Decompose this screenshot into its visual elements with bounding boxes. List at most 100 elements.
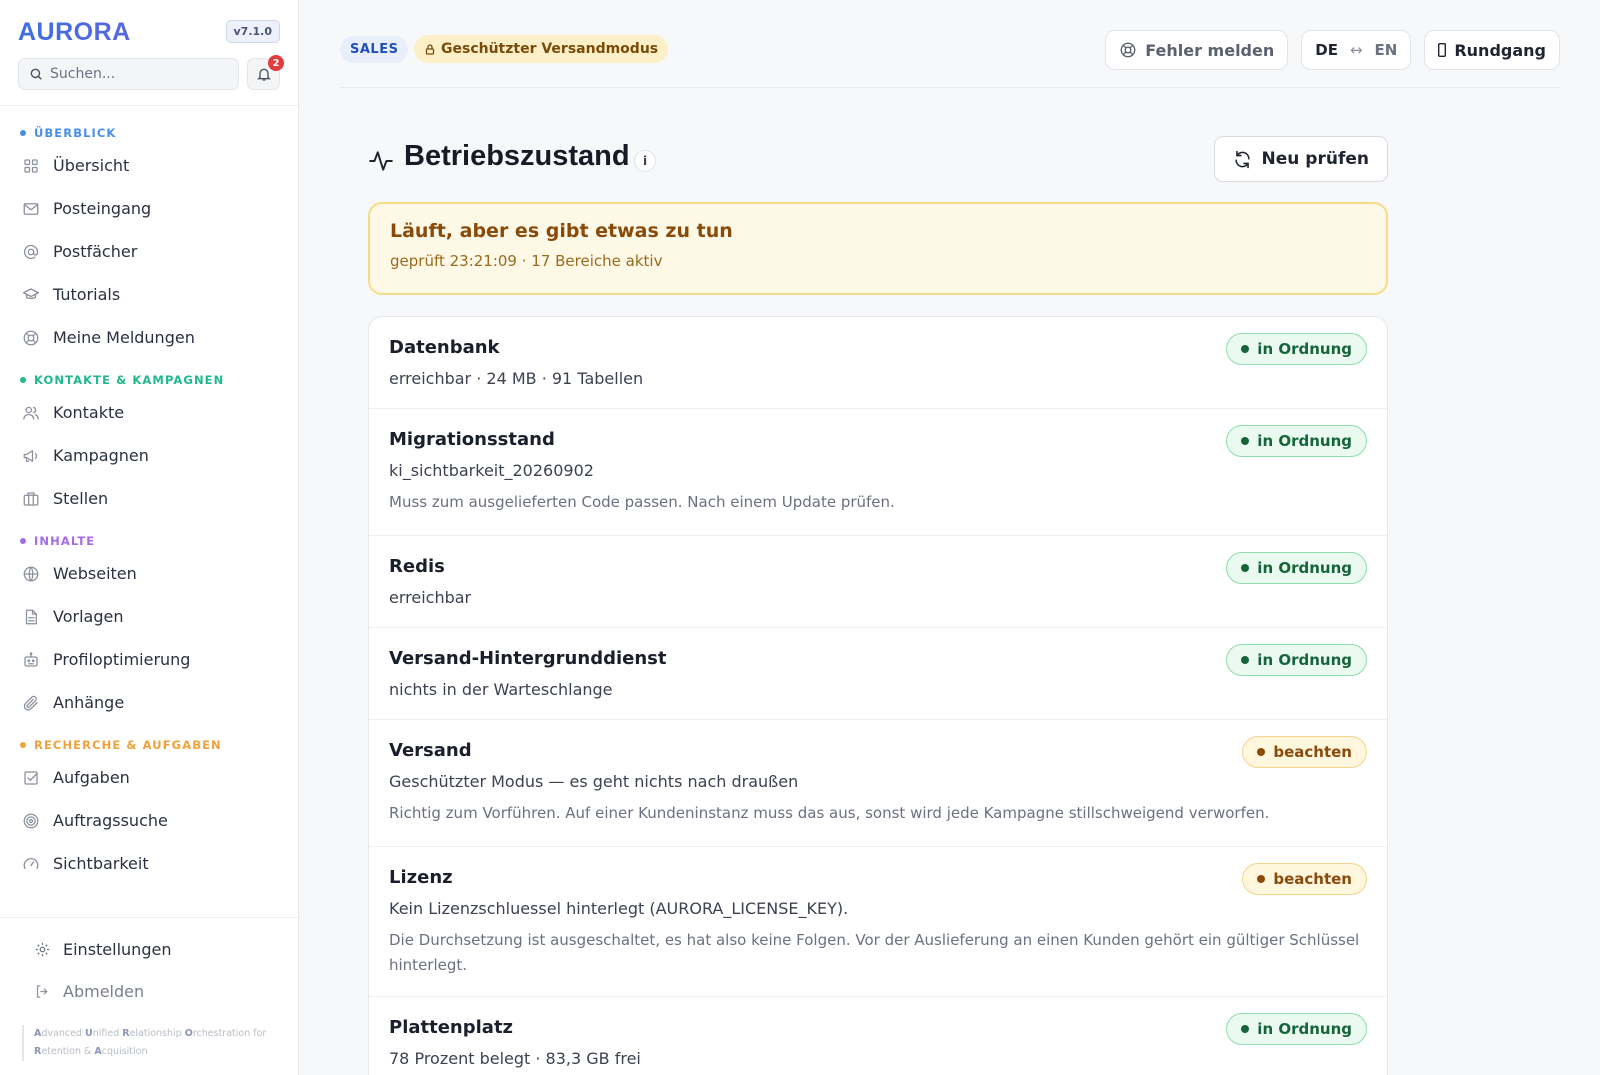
check-title: Migrationsstand xyxy=(389,429,555,450)
sidebar-item[interactable]: Anhänge xyxy=(0,681,298,724)
tagline-part: elationship xyxy=(129,1028,185,1039)
megaphone-icon xyxy=(23,449,38,462)
status-badge: in Ordnung xyxy=(1226,425,1367,457)
sidebar-item[interactable]: Postfächer xyxy=(0,230,298,273)
sales-badge: SALES xyxy=(340,36,409,63)
health-checks-card: Datenbank erreichbar · 24 MB · 91 Tabelle… xyxy=(368,316,1388,1075)
sidebar-item-label: Übersicht xyxy=(53,156,130,175)
status-dot xyxy=(1257,748,1266,756)
check-row: Versand Geschützter Modus — es geht nicht… xyxy=(369,720,1387,847)
search-box[interactable] xyxy=(18,58,239,90)
lang-swap-icon: ↔ xyxy=(1349,41,1363,59)
status-dot xyxy=(1241,437,1250,445)
at-icon xyxy=(23,244,39,259)
search-input[interactable] xyxy=(50,66,230,82)
check-detail: erreichbar xyxy=(389,588,472,607)
nav-section-header: KONTAKTE & KAMPAGNEN xyxy=(0,369,298,391)
sidebar: AURORA v7.1.0 2 ÜBERBLICK Übersicht Postei… xyxy=(0,0,299,1075)
section-label: ÜBERBLICK xyxy=(34,126,117,140)
sidebar-nav: ÜBERBLICK Übersicht Posteingang Postfächer T… xyxy=(0,106,298,916)
sidebar-item-label: Meine Meldungen xyxy=(53,328,195,347)
check-detail: erreichbar · 24 MB · 91 Tabellen xyxy=(389,369,644,388)
sidebar-item[interactable]: Übersicht xyxy=(0,144,298,187)
sidebar-item-label: Tutorials xyxy=(53,285,121,304)
lock-icon xyxy=(425,43,435,55)
topbar-actions: Fehler melden DE ↔ EN Rundgang xyxy=(1105,30,1560,70)
status-dot xyxy=(1241,564,1250,572)
sidebar-item[interactable]: Stellen xyxy=(0,477,298,520)
activity-icon xyxy=(369,151,393,171)
users-icon xyxy=(23,406,39,420)
sidebar-item-label: Vorlagen xyxy=(53,607,124,626)
sidebar-item[interactable]: Sichtbarkeit xyxy=(0,842,298,885)
section-dot xyxy=(20,377,26,383)
status-badge: beachten xyxy=(1242,863,1367,895)
status-badge: beachten xyxy=(1242,736,1367,768)
section-dot xyxy=(20,538,26,544)
check-title: Plattenplatz xyxy=(389,1017,514,1038)
check-note: Die Durchsetzung ist ausgeschaltet, es h… xyxy=(389,931,1360,974)
status-label: in Ordnung xyxy=(1257,340,1352,358)
sidebar-item[interactable]: Kontakte xyxy=(0,391,298,434)
sidebar-item-label: Postfächer xyxy=(53,242,138,261)
tagline-part: rchestration for xyxy=(192,1028,267,1039)
status-label: in Ordnung xyxy=(1257,559,1352,577)
tour-icon xyxy=(1438,43,1447,57)
sidebar-header: AURORA v7.1.0 2 xyxy=(0,0,298,106)
check-title: Datenbank xyxy=(389,337,500,358)
target-icon xyxy=(23,813,39,828)
sidebar-item-label: Anhänge xyxy=(53,693,125,712)
sidebar-item[interactable]: Tutorials xyxy=(0,273,298,316)
globe-icon xyxy=(23,566,39,581)
app-tagline: Advanced Unified Relationship Orchestrat… xyxy=(22,1025,272,1061)
status-label: in Ordnung xyxy=(1257,432,1352,450)
tagline-part: cquisition xyxy=(101,1046,148,1057)
sidebar-item-label: Kampagnen xyxy=(53,446,149,465)
protected-mode-label: Geschützter Versandmodus xyxy=(441,41,659,57)
check-detail: nichts in der Warteschlange xyxy=(389,680,613,699)
check-title: Redis xyxy=(389,556,445,577)
logout-link[interactable]: Abmelden xyxy=(0,970,298,1012)
check-detail: Kein Lizenzschluessel hinterlegt (AURORA… xyxy=(389,899,849,918)
sidebar-item-label: Aufgaben xyxy=(53,768,130,787)
search-row: 2 xyxy=(18,55,284,90)
sidebar-item[interactable]: Meine Meldungen xyxy=(0,316,298,359)
gear-icon xyxy=(35,942,50,956)
check-detail: Geschützter Modus — es geht nichts nach … xyxy=(389,772,799,791)
report-error-button[interactable]: Fehler melden xyxy=(1105,30,1289,70)
section-label: INHALTE xyxy=(34,534,96,548)
page-header: Betriebszustand i Neu prüfen xyxy=(368,136,1388,186)
sidebar-item[interactable]: Vorlagen xyxy=(0,595,298,638)
check-row: Redis erreichbar in Ordnung xyxy=(369,536,1387,628)
check-title: Versand-Hintergrunddienst xyxy=(389,648,667,669)
sidebar-item[interactable]: Aufgaben xyxy=(0,756,298,799)
sidebar-item[interactable]: Auftragssuche xyxy=(0,799,298,842)
status-label: in Ordnung xyxy=(1257,651,1352,669)
protected-mode-badge: Geschützter Versandmodus xyxy=(414,35,669,63)
check-detail: ki_sichtbarkeit_20260902 xyxy=(389,461,594,480)
gauge-icon xyxy=(23,857,39,869)
status-dot xyxy=(1241,345,1250,353)
sidebar-item-label: Kontakte xyxy=(53,403,125,422)
tagline-part: O xyxy=(184,1028,193,1039)
tour-button[interactable]: Rundgang xyxy=(1424,30,1560,70)
version-badge: v7.1.0 xyxy=(225,20,280,43)
sidebar-item[interactable]: Profiloptimierung xyxy=(0,638,298,681)
tagline-part: A xyxy=(94,1046,102,1057)
recheck-button[interactable]: Neu prüfen xyxy=(1213,136,1388,182)
logout-label: Abmelden xyxy=(63,981,145,1001)
sidebar-item[interactable]: Webseiten xyxy=(0,552,298,595)
info-icon[interactable]: i xyxy=(634,150,656,172)
status-label: in Ordnung xyxy=(1257,1020,1352,1038)
settings-link[interactable]: Einstellungen xyxy=(0,928,298,970)
check-detail: 78 Prozent belegt · 83,3 GB frei xyxy=(389,1049,641,1068)
notifications-button[interactable]: 2 xyxy=(247,55,284,90)
sidebar-item[interactable]: Posteingang xyxy=(0,187,298,230)
check-title: Versand xyxy=(389,740,472,761)
sidebar-item[interactable]: Kampagnen xyxy=(0,434,298,477)
status-badge: in Ordnung xyxy=(1226,552,1367,584)
language-toggle[interactable]: DE ↔ EN xyxy=(1301,30,1412,70)
nav-section-header: INHALTE xyxy=(0,530,298,552)
check-row: Versand-Hintergrunddienst nichts in der W… xyxy=(369,628,1387,720)
section-dot xyxy=(20,130,26,136)
